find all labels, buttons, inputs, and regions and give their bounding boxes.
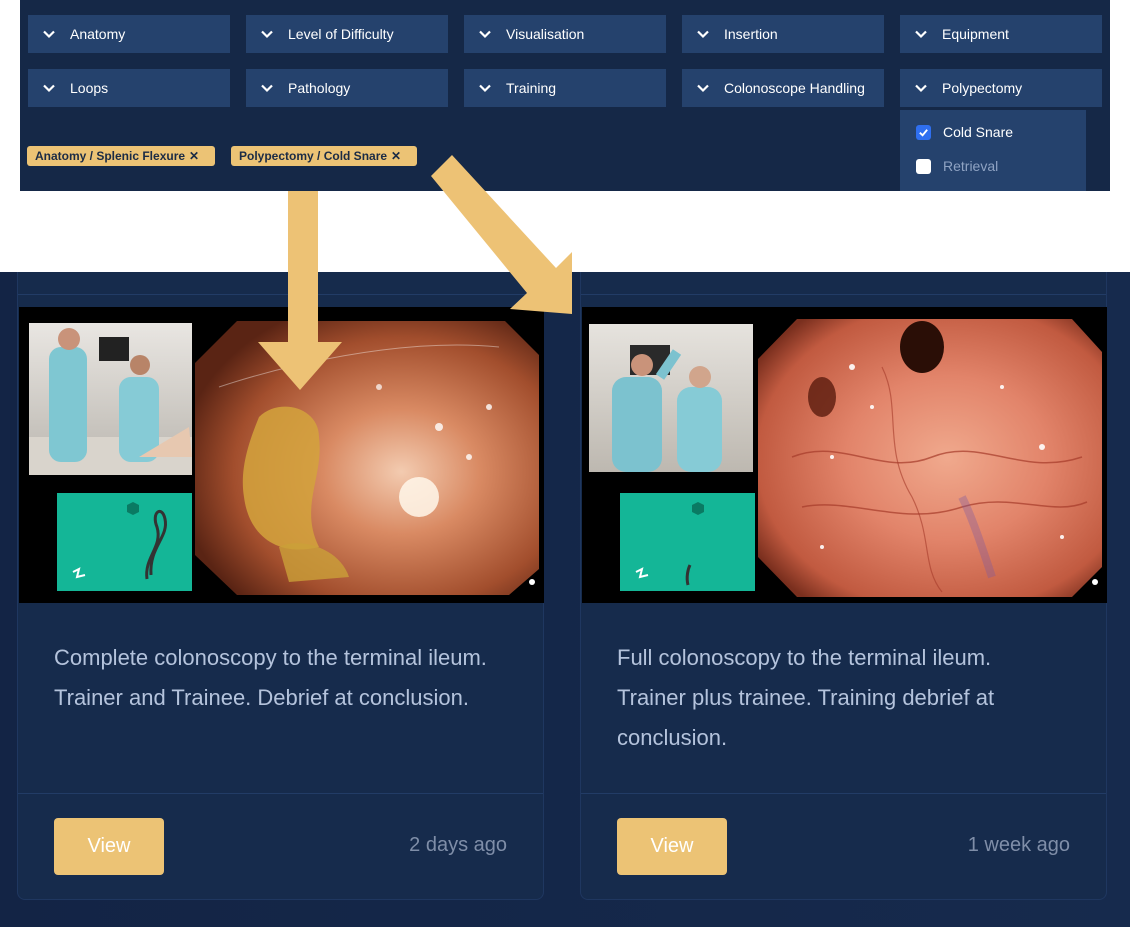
active-tag-splenic-flexure: Anatomy / Splenic Flexure ✕ bbox=[27, 146, 215, 166]
active-tag-cold-snare: Polypectomy / Cold Snare ✕ bbox=[231, 146, 417, 166]
view-button[interactable]: View bbox=[54, 818, 164, 875]
filter-label: Training bbox=[506, 80, 557, 96]
colonoscopy-video-frame bbox=[19, 307, 544, 603]
filter-label: Insertion bbox=[724, 26, 778, 42]
filter-label: Level of Difficulty bbox=[288, 26, 394, 42]
video-description: Complete colonoscopy to the terminal ile… bbox=[54, 645, 487, 710]
video-card: Full colonoscopy to the terminal ileum. … bbox=[580, 272, 1107, 900]
posted-date: 1 week ago bbox=[967, 834, 1070, 856]
close-icon[interactable]: ✕ bbox=[391, 149, 401, 163]
view-button[interactable]: View bbox=[617, 818, 727, 875]
chevron-down-icon bbox=[914, 81, 928, 95]
video-thumbnail[interactable] bbox=[19, 307, 544, 603]
posted-date: 2 days ago bbox=[409, 834, 507, 856]
chevron-down-icon bbox=[914, 27, 928, 41]
filter-training[interactable]: Training bbox=[464, 69, 666, 107]
filter-label: Colonoscope Handling bbox=[724, 80, 865, 96]
results-area: Complete colonoscopy to the terminal ile… bbox=[0, 272, 1130, 927]
filter-anatomy[interactable]: Anatomy bbox=[28, 15, 230, 53]
chevron-down-icon bbox=[260, 27, 274, 41]
filter-label: Loops bbox=[70, 80, 109, 96]
checkbox-unchecked[interactable] bbox=[916, 158, 931, 174]
video-thumbnail[interactable] bbox=[582, 307, 1107, 603]
filter-panel: Anatomy Level of Difficulty Visualisatio… bbox=[20, 0, 1110, 191]
filter-label: Visualisation bbox=[506, 26, 585, 42]
filter-insertion[interactable]: Insertion bbox=[682, 15, 884, 53]
check-icon bbox=[919, 128, 928, 137]
chevron-down-icon bbox=[696, 27, 710, 41]
filter-equipment[interactable]: Equipment bbox=[900, 15, 1102, 53]
tag-label: Anatomy / Splenic Flexure bbox=[35, 149, 186, 163]
filter-level-of-difficulty[interactable]: Level of Difficulty bbox=[246, 15, 448, 53]
divider bbox=[581, 294, 1106, 295]
filter-pathology[interactable]: Pathology bbox=[246, 69, 448, 107]
filter-visualisation[interactable]: Visualisation bbox=[464, 15, 666, 53]
chevron-down-icon bbox=[478, 81, 492, 95]
close-icon[interactable]: ✕ bbox=[189, 149, 199, 163]
filter-label: Equipment bbox=[942, 26, 1009, 42]
chevron-down-icon bbox=[260, 81, 274, 95]
filter-polypectomy[interactable]: Polypectomy bbox=[900, 69, 1102, 107]
video-description: Full colonoscopy to the terminal ileum. … bbox=[617, 645, 995, 750]
filter-loops[interactable]: Loops bbox=[28, 69, 230, 107]
filter-label: Anatomy bbox=[70, 26, 126, 42]
option-label: Cold Snare bbox=[943, 124, 1014, 140]
chevron-down-icon bbox=[696, 81, 710, 95]
filter-label: Pathology bbox=[288, 80, 351, 96]
checkbox-checked[interactable] bbox=[916, 124, 931, 140]
chevron-down-icon bbox=[478, 27, 492, 41]
chevron-down-icon bbox=[42, 81, 56, 95]
dropdown-option-retrieval[interactable]: Retrieval bbox=[916, 158, 998, 174]
option-label: Retrieval bbox=[943, 158, 999, 174]
tag-label: Polypectomy / Cold Snare bbox=[239, 149, 388, 163]
divider bbox=[18, 793, 543, 794]
divider bbox=[581, 793, 1106, 794]
dropdown-option-cold-snare[interactable]: Cold Snare bbox=[916, 124, 1013, 140]
polypectomy-dropdown: Cold Snare Retrieval bbox=[900, 110, 1086, 191]
filter-colonoscope-handling[interactable]: Colonoscope Handling bbox=[682, 69, 884, 107]
colonoscopy-video-frame bbox=[582, 307, 1107, 603]
video-card: Complete colonoscopy to the terminal ile… bbox=[17, 272, 544, 900]
chevron-down-icon bbox=[42, 27, 56, 41]
filter-label: Polypectomy bbox=[942, 80, 1023, 96]
divider bbox=[18, 294, 543, 295]
